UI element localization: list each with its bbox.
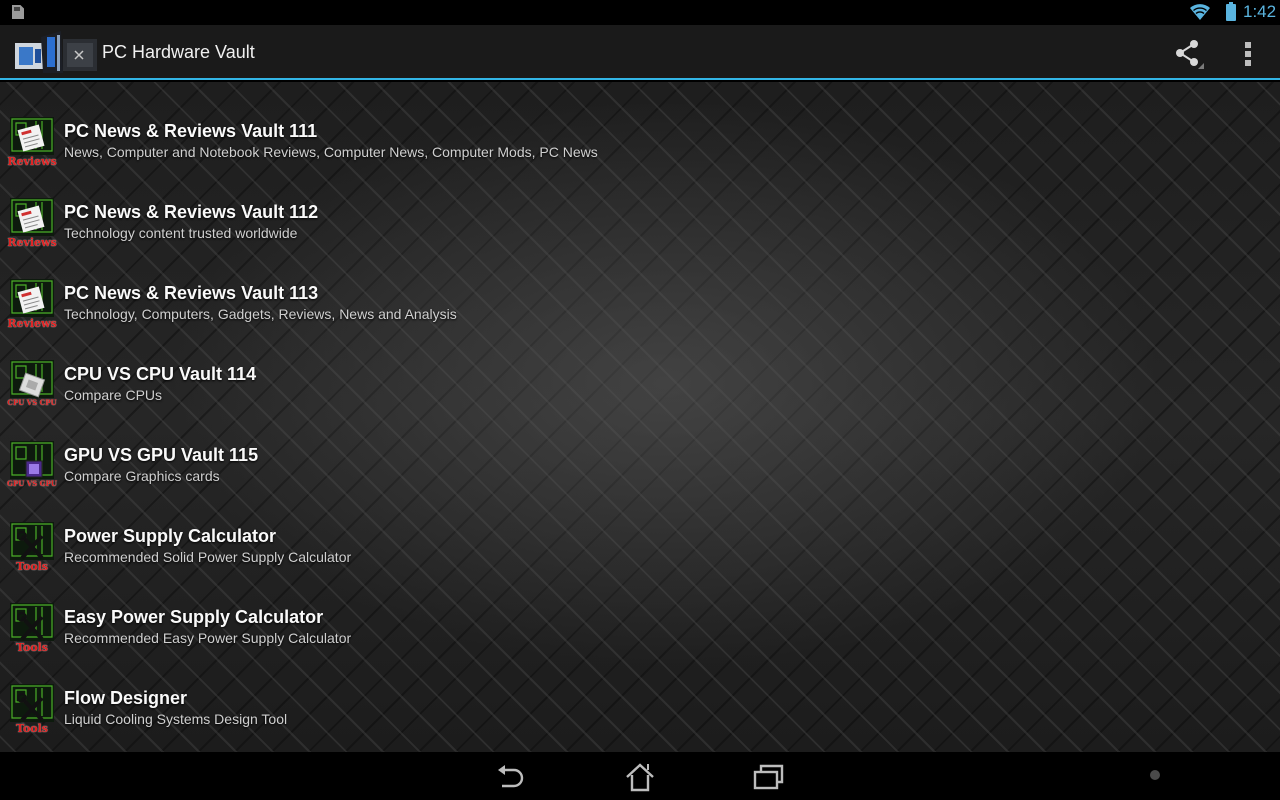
- tools-icon: Tools: [6, 520, 58, 573]
- list-item-title: PC News & Reviews Vault 113: [64, 283, 319, 303]
- icon-label: GPU VS GPU: [6, 479, 58, 488]
- list-item-title: Flow Designer: [64, 688, 188, 708]
- reviews-icon: Reviews: [6, 196, 58, 249]
- clock: 1:42: [1243, 2, 1277, 21]
- gpu-vs-gpu-icon: GPU VS GPU: [6, 439, 58, 491]
- reviews-icon: Reviews: [6, 277, 58, 330]
- back-icon: [498, 765, 524, 788]
- share-icon: [1176, 40, 1204, 69]
- battery-icon: [1226, 2, 1236, 21]
- navigation-bar: [0, 752, 1280, 800]
- icon-label: Tools: [16, 641, 48, 654]
- icon-label: Reviews: [7, 236, 57, 249]
- sd-card-icon: [12, 5, 24, 19]
- status-bar: 1:42: [0, 0, 1280, 25]
- list-item[interactable]: Tools Power Supply Calculator Recommended …: [0, 515, 1280, 596]
- icon-label: Tools: [16, 722, 48, 735]
- overflow-dot: [1245, 51, 1251, 57]
- list-item[interactable]: Reviews PC News & Reviews Vault 111 News, …: [0, 110, 1280, 191]
- reviews-icon: Reviews: [6, 115, 58, 168]
- icon-label: Reviews: [7, 317, 57, 330]
- action-bar: PC Hardware Vault: [0, 25, 1280, 80]
- list-item[interactable]: GPU VS GPU GPU VS GPU Vault 115 Compare Gr…: [0, 434, 1280, 515]
- icon-label: Reviews: [7, 155, 57, 168]
- overflow-menu-button[interactable]: [1232, 33, 1264, 73]
- tools-icon: Tools: [6, 682, 58, 735]
- list-item[interactable]: Reviews PC News & Reviews Vault 113 Techno…: [0, 272, 1280, 353]
- list-item-subtitle: News, Computer and Notebook Reviews, Com…: [64, 144, 598, 160]
- list-item-subtitle: Technology, Computers, Gadgets, Reviews,…: [64, 306, 457, 322]
- page-indicator-dot: [1150, 770, 1160, 780]
- list-item-title: Easy Power Supply Calculator: [64, 607, 324, 627]
- list-item-subtitle: Recommended Easy Power Supply Calculator: [64, 630, 352, 646]
- recent-apps-icon: [753, 764, 784, 790]
- tools-icon: Tools: [6, 601, 58, 654]
- cpu-vs-cpu-icon: CPU VS CPU: [6, 358, 58, 410]
- list-item-subtitle: Compare Graphics cards: [64, 468, 220, 484]
- app-logo-icon: [15, 31, 97, 73]
- home-button[interactable]: [620, 760, 660, 792]
- app-list: Reviews PC News & Reviews Vault 111 News, …: [0, 82, 1280, 752]
- list-item[interactable]: Reviews PC News & Reviews Vault 112 Techno…: [0, 191, 1280, 272]
- list-item[interactable]: Tools Flow Designer Liquid Cooling Systems…: [0, 677, 1280, 752]
- overflow-menu-icon: [1245, 42, 1251, 48]
- list-item[interactable]: CPU VS CPU CPU VS CPU Vault 114 Compare CP…: [0, 353, 1280, 434]
- back-button[interactable]: [492, 760, 532, 792]
- wifi-icon: [1190, 4, 1210, 20]
- list-item-title: PC News & Reviews Vault 111: [64, 121, 318, 141]
- list-item-title: GPU VS GPU Vault 115: [64, 445, 259, 465]
- app-title: PC Hardware Vault: [102, 42, 255, 62]
- recent-apps-button[interactable]: [748, 760, 788, 792]
- list-item-subtitle: Recommended Solid Power Supply Calculato…: [64, 549, 352, 565]
- list-item-subtitle: Liquid Cooling Systems Design Tool: [64, 711, 288, 727]
- overflow-dot: [1245, 60, 1251, 66]
- list-item-title: Power Supply Calculator: [64, 526, 277, 546]
- list-item-subtitle: Technology content trusted worldwide: [64, 225, 298, 241]
- icon-label: CPU VS CPU: [7, 398, 57, 407]
- list-item-subtitle: Compare CPUs: [64, 387, 163, 403]
- list-item[interactable]: Tools Easy Power Supply Calculator Recomme…: [0, 596, 1280, 677]
- icon-label: Tools: [16, 560, 48, 573]
- list-item-title: CPU VS CPU Vault 114: [64, 364, 257, 384]
- share-button[interactable]: [1166, 33, 1208, 73]
- home-icon: [626, 763, 654, 792]
- list-item-title: PC News & Reviews Vault 112: [64, 202, 319, 222]
